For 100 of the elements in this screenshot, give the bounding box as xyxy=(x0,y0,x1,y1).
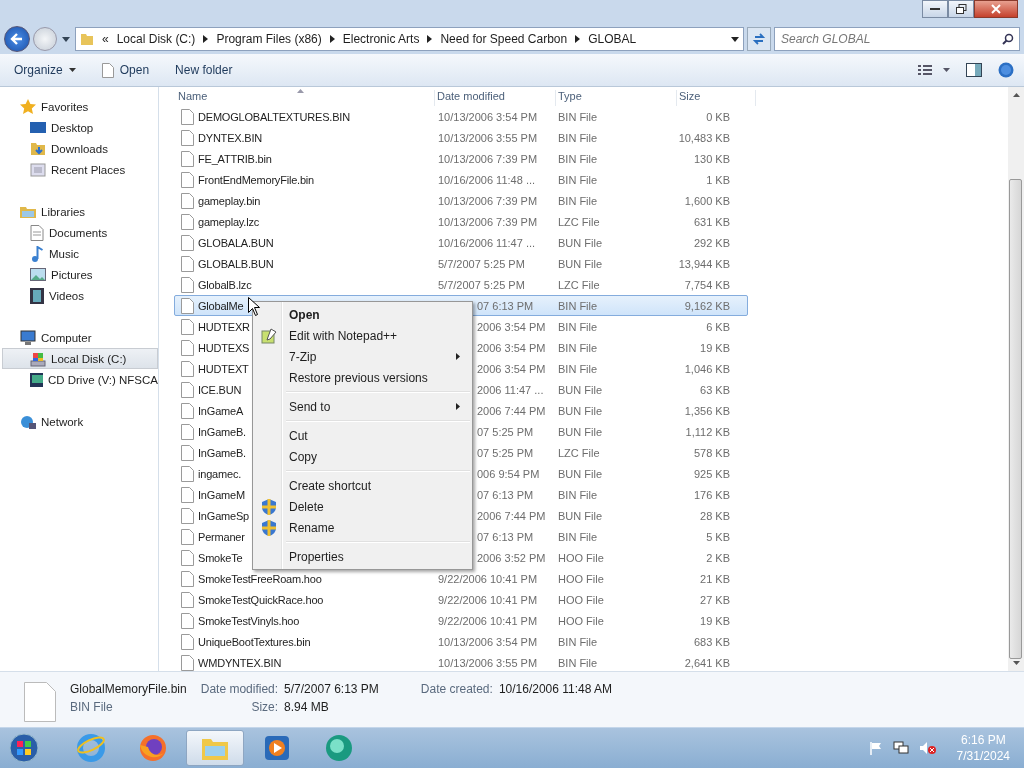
chevron-icon[interactable] xyxy=(427,35,433,43)
file-name[interactable]: gameplay.bin xyxy=(198,194,261,207)
column-header[interactable]: Type xyxy=(556,90,677,106)
file-name[interactable]: GlobalMe xyxy=(198,299,244,312)
property-value: 5/7/2007 6:13 PM xyxy=(284,682,379,696)
scrollbar[interactable] xyxy=(1008,87,1024,671)
menu-item[interactable]: Rename xyxy=(255,517,470,538)
dropdown-caret-icon[interactable] xyxy=(731,36,739,42)
file-icon xyxy=(181,465,194,482)
breadcrumb-item[interactable]: Electronic Arts xyxy=(342,32,420,46)
navigation-item[interactable]: Recent Places xyxy=(0,159,158,180)
file-icon xyxy=(181,297,194,314)
file-icon xyxy=(181,507,194,524)
refresh-button[interactable] xyxy=(747,27,771,51)
menu-item[interactable]: 7-Zip xyxy=(255,346,470,367)
search-icon[interactable] xyxy=(1002,33,1014,45)
file-name[interactable]: SmokeTestVinyls.hoo xyxy=(198,614,300,627)
navigation-item[interactable]: CD Drive (V:) NFSCA xyxy=(0,369,158,390)
file-name[interactable]: GLOBALB.BUN xyxy=(198,257,274,270)
breadcrumb-item[interactable]: Program Files (x86) xyxy=(216,32,322,46)
file-name[interactable]: gameplay.lzc xyxy=(198,215,259,228)
history-dropdown-icon[interactable] xyxy=(62,36,70,42)
volume-muted-icon[interactable] xyxy=(918,741,937,755)
close-button[interactable] xyxy=(974,0,1018,18)
property-label: Size: xyxy=(250,700,279,714)
navigation-item[interactable]: Network xyxy=(0,411,158,432)
navigation-item[interactable]: Videos xyxy=(0,285,158,306)
breadcrumb-item[interactable]: GLOBAL xyxy=(588,32,637,46)
date-modified: 9/22/2006 10:41 PM xyxy=(438,572,538,585)
view-options-button[interactable] xyxy=(916,62,952,78)
menu-item[interactable]: Create shortcut xyxy=(255,475,470,496)
file-icon xyxy=(181,318,194,335)
file-size: 21 KB xyxy=(700,572,730,585)
file-name[interactable]: HUDTEXR xyxy=(198,320,250,333)
navigation-item[interactable]: Favorites xyxy=(0,96,158,117)
navigation-item[interactable]: Downloads xyxy=(0,138,158,159)
menu-item[interactable]: Copy xyxy=(255,446,470,467)
menu-item[interactable]: Restore previous versions xyxy=(255,367,470,388)
file-name[interactable]: Permaner xyxy=(198,530,245,543)
property-value: 8.94 MB xyxy=(284,700,330,714)
breadcrumb-item[interactable]: Need for Speed Carbon xyxy=(440,32,568,46)
file-name[interactable]: WMDYNTEX.BIN xyxy=(198,656,282,669)
toolbar-button[interactable]: Open xyxy=(95,58,156,82)
file-name[interactable]: ingamec. xyxy=(198,467,242,480)
file-type: BIN File xyxy=(558,110,598,123)
chevron-icon[interactable] xyxy=(575,35,581,43)
address-bar[interactable]: « Local Disk (C:) Program Files (x86) Electronic Arts Need for Speed Carbon GLOBAL xyxy=(75,27,744,51)
breadcrumb-overflow[interactable]: « xyxy=(102,32,109,46)
chevron-icon[interactable] xyxy=(329,35,335,43)
file-name[interactable]: InGameM xyxy=(198,488,245,501)
column-header[interactable]: Date modified xyxy=(435,90,556,106)
minimize-button[interactable] xyxy=(922,0,948,18)
file-name[interactable]: InGameB. xyxy=(198,446,246,459)
file-name[interactable]: DEMOGLOBALTEXTURES.BIN xyxy=(198,110,350,123)
film-icon xyxy=(30,287,44,304)
date-modified: 9/22/2006 10:41 PM xyxy=(438,593,538,606)
file-name[interactable]: FE_ATTRIB.bin xyxy=(198,152,272,165)
menu-item[interactable]: Properties xyxy=(255,546,470,567)
column-header[interactable]: Size xyxy=(677,90,756,106)
navigation-item[interactable]: Libraries xyxy=(0,201,158,222)
scroll-down-icon[interactable] xyxy=(1012,661,1020,665)
back-button[interactable] xyxy=(4,26,30,52)
menu-item[interactable]: Send to xyxy=(255,396,470,417)
scroll-up-icon[interactable] xyxy=(1012,93,1020,97)
menu-item[interactable]: Delete xyxy=(255,496,470,517)
navigation-item[interactable]: Music xyxy=(0,243,158,264)
menu-item[interactable]: Edit with Notepad++ xyxy=(255,325,470,346)
toolbar-button[interactable]: Organize xyxy=(8,59,82,81)
file-name[interactable]: InGameB. xyxy=(198,425,246,438)
navigation-item[interactable]: Local Disk (C:) xyxy=(2,348,158,369)
search-field[interactable]: Search GLOBAL xyxy=(774,27,1020,51)
file-name[interactable]: DYNTEX.BIN xyxy=(198,131,262,144)
navigation-item[interactable]: Pictures xyxy=(0,264,158,285)
file-name[interactable]: SmokeTestFreeRoam.hoo xyxy=(198,572,322,585)
file-name[interactable]: GLOBALA.BUN xyxy=(198,236,274,249)
navigation-item[interactable]: Documents xyxy=(0,222,158,243)
file-size: 7,754 KB xyxy=(684,278,730,291)
file-name[interactable]: SmokeTestQuickRace.hoo xyxy=(198,593,324,606)
file-name[interactable]: InGameSp xyxy=(198,509,249,522)
date-modified: 10/13/2006 3:55 PM xyxy=(438,131,538,144)
file-name[interactable]: InGameA xyxy=(198,404,244,417)
file-name[interactable]: UniqueBootTextures.bin xyxy=(198,635,311,648)
file-name[interactable]: HUDTEXT xyxy=(198,362,249,375)
navigation-item[interactable]: Desktop xyxy=(0,117,158,138)
restore-button[interactable] xyxy=(948,0,974,18)
file-name[interactable]: SmokeTe xyxy=(198,551,243,564)
file-name[interactable]: ICE.BUN xyxy=(198,383,242,396)
chevron-icon[interactable] xyxy=(203,35,209,43)
file-name[interactable]: HUDTEXS xyxy=(198,341,250,354)
file-name[interactable]: GlobalB.lzc xyxy=(198,278,252,291)
scrollbar-thumb[interactable] xyxy=(1009,179,1022,659)
file-name[interactable]: FrontEndMemoryFile.bin xyxy=(198,173,315,186)
folder-icon xyxy=(80,32,94,46)
toolbar-button[interactable]: New folder xyxy=(169,59,239,81)
file-type: BIN File xyxy=(558,488,598,501)
network-icon[interactable] xyxy=(892,741,909,755)
menu-item[interactable]: Cut xyxy=(255,425,470,446)
breadcrumb-item[interactable]: Local Disk (C:) xyxy=(116,32,196,46)
preview-pane-button[interactable] xyxy=(964,61,984,79)
navigation-item[interactable]: Computer xyxy=(0,327,158,348)
